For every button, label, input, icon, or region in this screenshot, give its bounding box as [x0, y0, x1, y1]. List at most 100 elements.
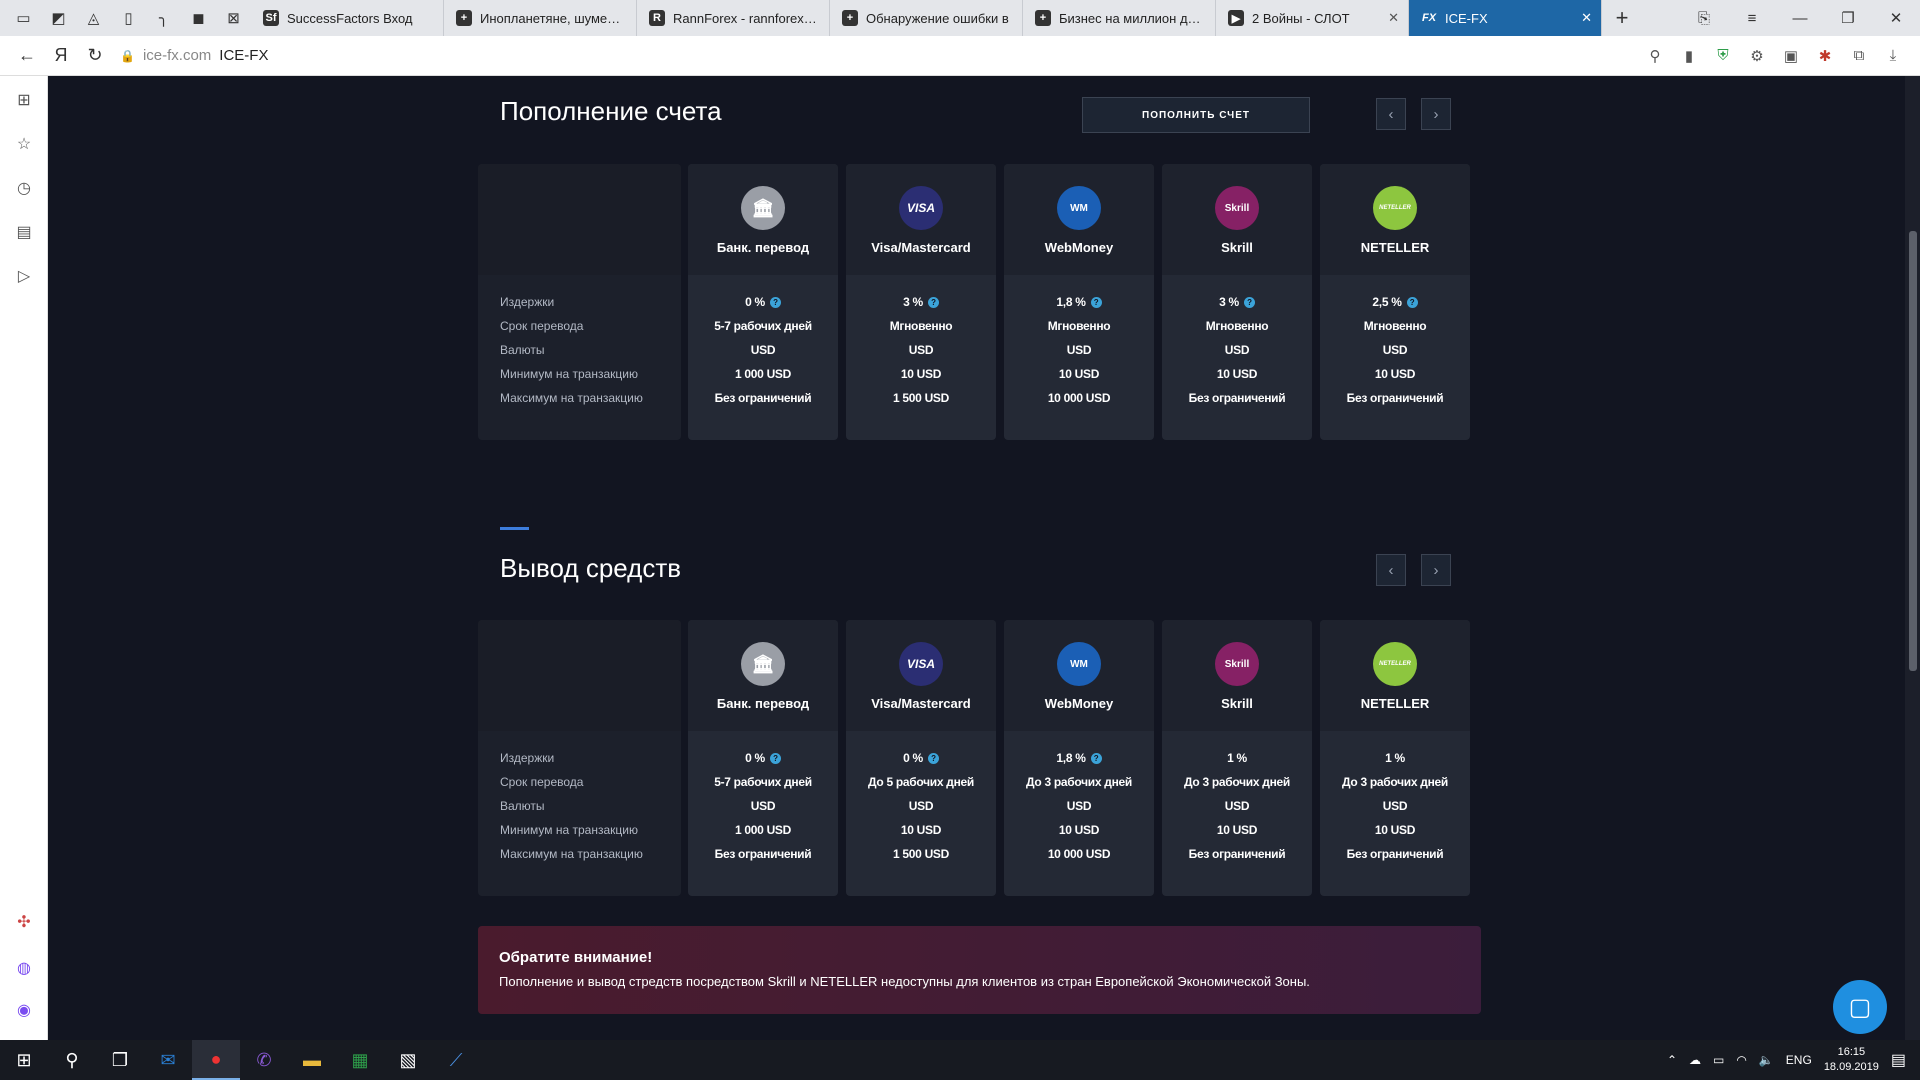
tabs-menu-icon[interactable]: ▭	[6, 0, 41, 36]
method-header: Skrill Skrill	[1162, 164, 1312, 275]
url-field[interactable]: 🔒 ice-fx.com ICE-FX	[120, 42, 1610, 70]
notifications-icon[interactable]: ▤	[1891, 1050, 1906, 1070]
deposit-prev-arrow-icon[interactable]: ‹	[1376, 98, 1406, 130]
excel-icon[interactable]: ▦	[336, 1040, 384, 1080]
outlook-icon[interactable]: ✉	[144, 1040, 192, 1080]
method-term-value: До 3 рабочих дней	[1026, 775, 1132, 789]
method-header: Skrill Skrill	[1162, 620, 1312, 731]
play-favicon-icon: ▶	[1228, 10, 1244, 26]
pinned-tab-icon[interactable]: ▯	[111, 0, 146, 36]
payment-method-column: VISA Visa/Mastercard 3 %? Мгновенно USD 10 US…	[846, 164, 996, 440]
shield-icon[interactable]: ⛨	[1706, 36, 1740, 76]
battery-icon[interactable]: ▭	[1713, 1053, 1724, 1067]
info-icon[interactable]: ?	[769, 753, 781, 765]
column-header	[478, 620, 681, 731]
download-icon[interactable]: ⤓	[1876, 36, 1910, 76]
info-icon[interactable]: ?	[1243, 297, 1255, 309]
search-icon[interactable]: ⚲	[48, 1040, 96, 1080]
rannforex-favicon-icon: R	[649, 10, 665, 26]
app-icon[interactable]: ✣	[12, 910, 36, 934]
deposit-button[interactable]: ПОПОЛНИТЬ СЧЕТ	[1082, 97, 1310, 133]
app-icon[interactable]: ▧	[384, 1040, 432, 1080]
back-icon[interactable]: ←	[10, 36, 44, 76]
info-icon[interactable]: ?	[1090, 297, 1102, 309]
sf-favicon-icon: Sf	[263, 10, 279, 26]
method-name: Visa/Mastercard	[871, 696, 971, 711]
method-term-value: Мгновенно	[1205, 319, 1269, 333]
browser-tab[interactable]: ▶ 2 Войны - СЛОТ ✕	[1216, 0, 1409, 36]
method-min-cell: 10 USD	[1320, 367, 1470, 381]
extension-icon[interactable]: ▣	[1774, 36, 1808, 76]
scrollbar-thumb[interactable]	[1909, 231, 1917, 671]
app-icon[interactable]: ⟋	[432, 1040, 480, 1080]
new-tab-button[interactable]: +	[1602, 0, 1642, 36]
restore-button[interactable]: ❐	[1824, 0, 1872, 36]
minimize-button[interactable]: —	[1776, 0, 1824, 36]
history-icon[interactable]: ◷	[12, 176, 36, 200]
extension-icon[interactable]: ✱	[1808, 36, 1842, 76]
pinned-tab-icon[interactable]: ◼	[181, 0, 216, 36]
alice-icon[interactable]: ◉	[12, 998, 36, 1022]
browser-tab[interactable]: + Бизнес на миллион долл	[1023, 0, 1216, 36]
close-tab-icon[interactable]: ✕	[1388, 10, 1399, 26]
method-name: NETELLER	[1360, 696, 1430, 711]
apps-grid-icon[interactable]: ⊞	[12, 88, 36, 112]
info-icon[interactable]: ?	[927, 297, 939, 309]
messenger-icon[interactable]: ◍	[12, 956, 36, 980]
info-icon[interactable]: ?	[927, 753, 939, 765]
star-icon[interactable]: ☆	[12, 132, 36, 156]
method-header: NETELLER NETELLER	[1320, 164, 1470, 275]
deposit-next-arrow-icon[interactable]: ›	[1421, 98, 1451, 130]
bookmarks-icon[interactable]: ⎘	[1680, 0, 1728, 36]
clock[interactable]: 16:15 18.09.2019	[1824, 1045, 1879, 1075]
extension-icon[interactable]: ⚙	[1740, 36, 1774, 76]
volume-icon[interactable]: 🔈	[1759, 1053, 1774, 1067]
tab-title: 2 Войны - СЛОТ	[1252, 10, 1350, 26]
browser-tab[interactable]: FX ICE-FX ✕	[1409, 0, 1602, 36]
browser-tab[interactable]: + Обнаружение ошибки в	[830, 0, 1023, 36]
yandex-browser-icon[interactable]: ●	[192, 1040, 240, 1080]
info-icon[interactable]: ?	[1406, 297, 1418, 309]
withdraw-prev-arrow-icon[interactable]: ‹	[1376, 554, 1406, 586]
collections-icon[interactable]: ⧉	[1842, 36, 1876, 76]
viber-icon[interactable]: ✆	[240, 1040, 288, 1080]
info-icon[interactable]: ?	[769, 297, 781, 309]
method-max-cell: Без ограничений	[1320, 391, 1470, 405]
payment-method-column: WM WebMoney 1,8 %? До 3 рабочих дней USD 10 U…	[1004, 620, 1154, 896]
yandex-icon[interactable]: Я	[44, 36, 78, 76]
browser-tab[interactable]: + Инопланетяне, шумеры и	[444, 0, 637, 36]
pinned-tab-icon[interactable]: ◬	[76, 0, 111, 36]
onedrive-icon[interactable]: ☁	[1689, 1053, 1701, 1067]
page-scrollbar[interactable]	[1905, 76, 1920, 1040]
chevron-up-icon[interactable]: ⌃	[1667, 1053, 1677, 1067]
method-term-cell: Мгновенно	[1004, 319, 1154, 333]
info-icon[interactable]: ?	[1090, 753, 1102, 765]
close-window-button[interactable]: ✕	[1872, 0, 1920, 36]
browser-tab[interactable]: R RannForex - rannforex.com	[637, 0, 830, 36]
wifi-icon[interactable]: ◠	[1736, 1053, 1746, 1067]
pinned-tab-icon[interactable]: ╮	[146, 0, 181, 36]
collections-icon[interactable]: ▤	[12, 220, 36, 244]
visa-logo-icon: VISA	[899, 642, 943, 686]
method-currency-value: USD	[1066, 343, 1092, 357]
fx-favicon-icon: FX	[1421, 12, 1437, 24]
pinned-tab-icon[interactable]: ◩	[41, 0, 76, 36]
pinned-tab-icon[interactable]: ⊠	[216, 0, 251, 36]
windows-start-icon[interactable]: ⊞	[0, 1040, 48, 1080]
video-icon[interactable]: ▷	[12, 264, 36, 288]
browser-tab[interactable]: Sf SuccessFactors Вход	[251, 0, 444, 36]
search-icon[interactable]: ⚲	[1638, 36, 1672, 76]
withdraw-next-arrow-icon[interactable]: ›	[1421, 554, 1451, 586]
language-indicator[interactable]: ENG	[1786, 1053, 1812, 1067]
task-view-icon[interactable]: ❐	[96, 1040, 144, 1080]
close-tab-icon[interactable]: ✕	[1581, 10, 1592, 26]
chat-icon[interactable]: ▢	[1833, 980, 1887, 1034]
menu-icon[interactable]: ≡	[1728, 0, 1776, 36]
reload-icon[interactable]: ↻	[78, 36, 112, 76]
bookmark-icon[interactable]: ▮	[1672, 36, 1706, 76]
row-label: Издержки	[500, 751, 555, 765]
method-name: NETELLER	[1360, 240, 1430, 255]
row-label: Срок перевода	[500, 319, 584, 333]
file-explorer-icon[interactable]: ▬	[288, 1040, 336, 1080]
tab-strip: ▭ ◩ ◬ ▯ ╮ ◼ ⊠ Sf SuccessFactors Вход + Иноп…	[0, 0, 1920, 36]
